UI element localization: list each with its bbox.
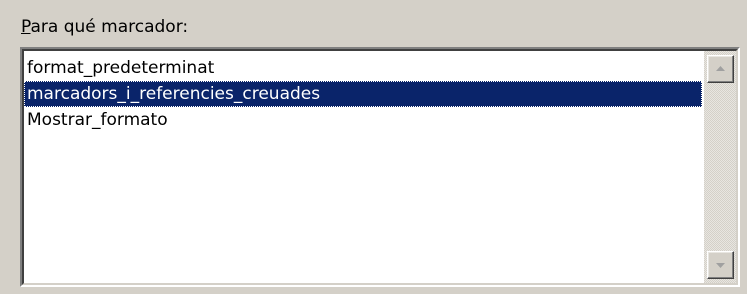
list-item[interactable]: Mostrar_formato — [24, 107, 702, 133]
list-item[interactable]: format_predeterminat — [24, 55, 702, 81]
scroll-down-arrow-icon — [716, 263, 725, 268]
bookmark-listbox[interactable]: format_predeterminat marcadors_i_referen… — [20, 47, 740, 287]
label-mnemonic: P — [21, 17, 31, 37]
list-item-selected[interactable]: marcadors_i_referencies_creuades — [24, 81, 702, 107]
scroll-down-button[interactable] — [707, 251, 734, 279]
bookmark-list: format_predeterminat marcadors_i_referen… — [24, 55, 702, 283]
vertical-scrollbar[interactable] — [704, 51, 736, 283]
scroll-up-button[interactable] — [707, 55, 734, 83]
scroll-up-arrow-icon — [716, 66, 725, 71]
label-text: ara qué marcador: — [30, 17, 189, 37]
bookmark-list-label: Para qué marcador: — [21, 17, 188, 37]
listbox-frame: format_predeterminat marcadors_i_referen… — [22, 49, 738, 285]
